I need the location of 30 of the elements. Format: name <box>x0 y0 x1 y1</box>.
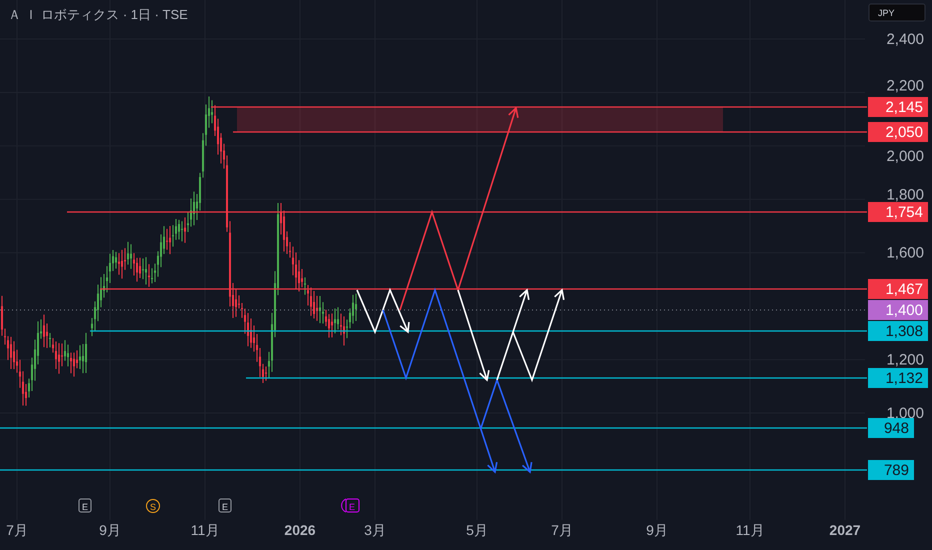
price-tag: 1,132 <box>868 368 928 388</box>
earnings-marker[interactable]: E <box>218 498 232 512</box>
axis-label: 2,200 <box>886 77 924 94</box>
axis-label: 2026 <box>284 522 316 538</box>
axis-label: 5月 <box>466 522 488 538</box>
axis-label: 1,200 <box>886 352 924 369</box>
axis-label: 7月 <box>6 522 28 538</box>
axis-label: 11月 <box>736 522 764 538</box>
axis-label: 2,400 <box>886 31 924 48</box>
price-tag: 1,308 <box>868 321 928 341</box>
axis-label: 11月 <box>190 522 220 538</box>
axis-label: 3月 <box>364 522 386 538</box>
axis-label: 2027 <box>829 522 861 538</box>
price-tag: 1,400 <box>868 300 928 320</box>
earnings-marker[interactable]: E <box>78 498 92 512</box>
price-tag: 2,145 <box>868 97 928 117</box>
price-tag: 1,754 <box>868 202 928 222</box>
chart-title: Ａ Ｉ ロボティクス · 1日 · TSE <box>8 7 188 22</box>
price-tag: 1,467 <box>868 279 928 299</box>
axis-label: 9月 <box>99 522 121 538</box>
axis-label: 9月 <box>646 522 668 538</box>
axis-label: 1,800 <box>886 186 924 204</box>
currency-button[interactable]: JPY <box>868 4 926 22</box>
price-tag: 789 <box>868 460 914 480</box>
price-tag: 948 <box>868 418 914 438</box>
axis-label: 7月 <box>551 522 573 538</box>
axis-label: 2,000 <box>886 148 924 165</box>
price-tag: 2,050 <box>868 122 928 142</box>
dividend-marker[interactable]: S <box>146 499 160 513</box>
axis-label: 1,600 <box>886 244 924 262</box>
